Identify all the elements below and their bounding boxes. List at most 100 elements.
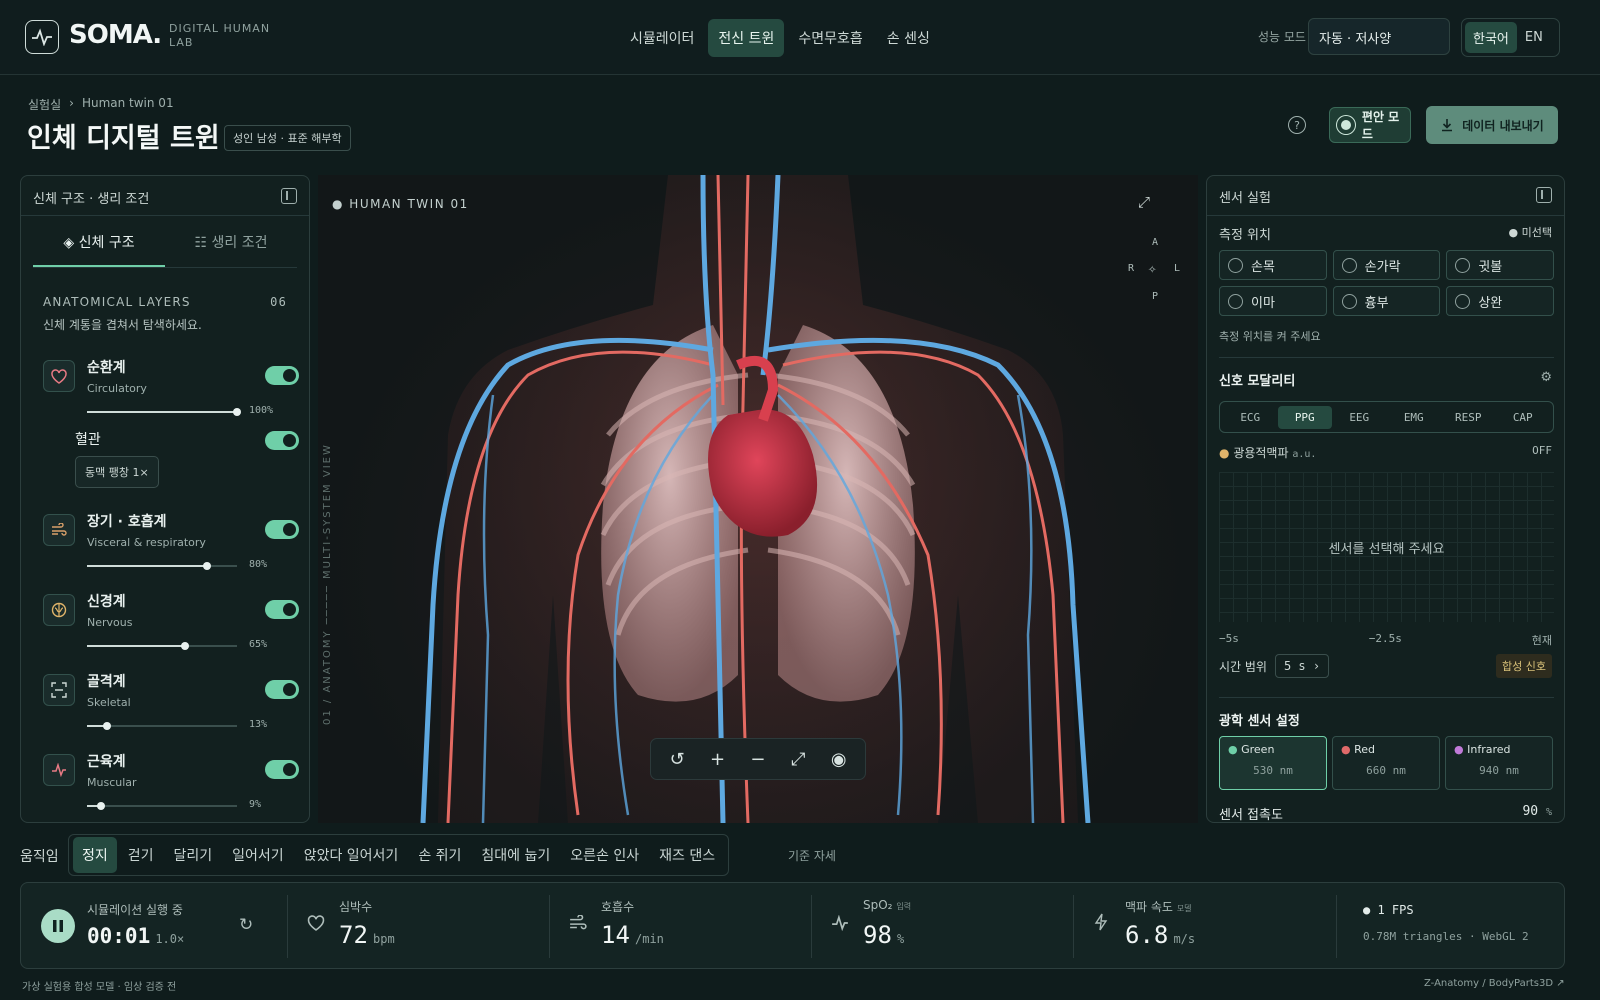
orientation-gizmo[interactable]: A R ✧ L P xyxy=(1128,237,1188,302)
motion-grip[interactable]: 손 쥐기 xyxy=(409,837,470,873)
optical-green[interactable]: ● Green 530 nm xyxy=(1219,736,1327,790)
signal-plot: 센서를 선택해 주세요 xyxy=(1219,472,1554,622)
comfort-mode-toggle[interactable]: 편안 모드 xyxy=(1329,107,1411,143)
3d-viewport[interactable]: ● HUMAN TWIN 01 01 / ANATOMY ───── MULTI… xyxy=(318,175,1198,823)
synthetic-signal-badge: 합성 신호 xyxy=(1496,654,1552,678)
modality-ppg[interactable]: PPG xyxy=(1277,405,1332,429)
metric-spo2: SpO₂ 입력 98 % xyxy=(831,883,1071,970)
restart-icon[interactable]: ↻ xyxy=(239,915,253,935)
motion-idle[interactable]: 정지 xyxy=(73,837,117,873)
nav-hand-sensing[interactable]: 손 센싱 xyxy=(877,19,940,57)
layer-opacity-slider[interactable] xyxy=(87,642,237,650)
time-range-select[interactable]: 5 s › xyxy=(1274,654,1330,678)
metric-label: 호흡수 xyxy=(601,900,635,914)
location-forehead[interactable]: 이마 xyxy=(1219,286,1327,316)
layer-toggle[interactable] xyxy=(265,600,299,619)
modality-emg[interactable]: EMG xyxy=(1387,406,1442,429)
sim-time: 00:01 1.0× xyxy=(87,924,184,948)
tab-physiology[interactable]: ☷ 생리 조건 xyxy=(165,216,297,267)
visibility-eye-icon[interactable]: ◉ xyxy=(824,744,854,774)
motion-walk[interactable]: 걷기 xyxy=(119,837,163,873)
left-panel-tabs: ◈ 신체 구조 ☷ 생리 조건 xyxy=(33,216,297,268)
layer-opacity-slider[interactable] xyxy=(87,722,237,730)
arterial-dilation-chip[interactable]: 동맥 팽창 1× xyxy=(75,456,159,488)
layer-opacity-slider[interactable] xyxy=(87,408,241,416)
nav-sleep-apnea[interactable]: 수면무호흡 xyxy=(788,19,872,57)
location-status-text: 미선택 xyxy=(1521,226,1552,239)
optical-infrared[interactable]: ● Infrared 940 nm xyxy=(1445,736,1553,790)
lang-en-button[interactable]: EN xyxy=(1517,24,1551,51)
vessels-toggle[interactable] xyxy=(265,431,299,450)
plot-empty-message: 센서를 선택해 주세요 xyxy=(1328,541,1445,557)
zoom-out-icon[interactable]: − xyxy=(743,744,773,774)
pause-button[interactable] xyxy=(41,909,75,943)
attribution-link[interactable]: Z-Anatomy / BodyParts3D ↗ xyxy=(1424,978,1565,989)
collapse-panel-icon[interactable] xyxy=(281,188,297,204)
nav-full-body-twin[interactable]: 전신 트윈 xyxy=(708,19,785,57)
fit-view-icon[interactable]: ⤢ xyxy=(783,744,813,774)
sliders-icon: ☷ xyxy=(194,235,212,251)
optical-name: ● Green xyxy=(1228,743,1275,756)
layers-heading: ANATOMICAL LAYERS xyxy=(43,295,191,309)
signal-unit: a.u. xyxy=(1292,449,1317,460)
metric-value-wrap: 6.8 m/s xyxy=(1125,921,1195,949)
fullscreen-icon[interactable]: ⤢ xyxy=(1138,193,1150,211)
breadcrumb-current: Human twin 01 xyxy=(81,96,174,110)
download-icon xyxy=(1442,119,1453,132)
separator xyxy=(1336,895,1337,958)
layer-opacity-slider[interactable] xyxy=(87,802,237,810)
location-label: 흉부 xyxy=(1364,295,1389,311)
layer-sub: Visceral & respiratory xyxy=(87,536,206,549)
layer-toggle[interactable] xyxy=(265,680,299,699)
location-hint: 측정 위치를 켜 주세요 xyxy=(1219,330,1321,343)
layers-icon: ◈ xyxy=(63,235,79,251)
help-icon[interactable]: ? xyxy=(1288,116,1306,134)
right-panel-title: 센서 실험 xyxy=(1219,191,1271,206)
motion-wave-right[interactable]: 오른손 인사 xyxy=(561,837,648,873)
base-pose-link[interactable]: 기준 자세 xyxy=(788,847,836,864)
location-wrist[interactable]: 손목 xyxy=(1219,250,1327,280)
render-info: 0.78M triangles · WebGL 2 xyxy=(1363,930,1529,943)
location-finger[interactable]: 손가락 xyxy=(1332,250,1441,280)
settings-sliders-icon[interactable]: ⚙ xyxy=(1540,370,1552,389)
motion-sit-stand[interactable]: 앉았다 일어서기 xyxy=(295,837,408,873)
metric-value: 6.8 xyxy=(1125,921,1169,949)
motion-jazz-dance[interactable]: 재즈 댄스 xyxy=(650,837,724,873)
metric-tag: 모델 xyxy=(1176,904,1192,913)
motion-run[interactable]: 달리기 xyxy=(165,837,222,873)
optical-wavelength: 660 nm xyxy=(1366,764,1406,777)
wind-icon xyxy=(43,514,75,546)
top-header: SOMA. DIGITAL HUMAN LAB 시뮬레이터 전신 트윈 수면무호… xyxy=(0,0,1600,75)
optical-name: ● Infrared xyxy=(1454,743,1511,756)
motion-lie-down[interactable]: 침대에 눕기 xyxy=(472,837,559,873)
modality-cap[interactable]: CAP xyxy=(1496,406,1551,429)
plot-x-axis: −5s −2.5s 현재 xyxy=(1219,632,1552,648)
modality-eeg[interactable]: EEG xyxy=(1332,406,1387,429)
layer-sub: Muscular xyxy=(87,776,137,789)
reset-view-icon[interactable]: ↺ xyxy=(662,744,692,774)
optical-name-text: Red xyxy=(1354,743,1376,756)
nav-simulator[interactable]: 시뮬레이터 xyxy=(620,19,704,57)
layer-opacity-slider[interactable] xyxy=(87,562,237,570)
tab-body-structure[interactable]: ◈ 신체 구조 xyxy=(33,216,165,267)
render-stats: ● 1 FPS 0.78M triangles · WebGL 2 xyxy=(1363,883,1563,970)
layer-name: 신경계 xyxy=(87,594,126,610)
optical-red[interactable]: ● Red 660 nm xyxy=(1332,736,1440,790)
location-earlobe[interactable]: 귓볼 xyxy=(1446,250,1554,280)
metric-tag: 입력 xyxy=(896,902,912,911)
modality-ecg[interactable]: ECG xyxy=(1223,406,1278,429)
layer-toggle[interactable] xyxy=(265,760,299,779)
location-chest[interactable]: 흉부 xyxy=(1332,286,1441,316)
modality-resp[interactable]: RESP xyxy=(1441,406,1496,429)
layer-toggle[interactable] xyxy=(265,366,299,385)
location-upper-arm[interactable]: 상완 xyxy=(1446,286,1554,316)
metric-value: 98 xyxy=(863,921,892,949)
perf-mode-select[interactable]: 자동 · 저사양 xyxy=(1308,18,1450,55)
zoom-in-icon[interactable]: + xyxy=(703,744,733,774)
collapse-panel-icon[interactable] xyxy=(1536,187,1552,203)
export-data-button[interactable]: 데이터 내보내기 xyxy=(1426,106,1558,144)
breadcrumb-lab[interactable]: 실험실 xyxy=(28,96,61,113)
lang-ko-button[interactable]: 한국어 xyxy=(1465,22,1517,53)
layer-toggle[interactable] xyxy=(265,520,299,539)
motion-stand-up[interactable]: 일어서기 xyxy=(223,837,293,873)
